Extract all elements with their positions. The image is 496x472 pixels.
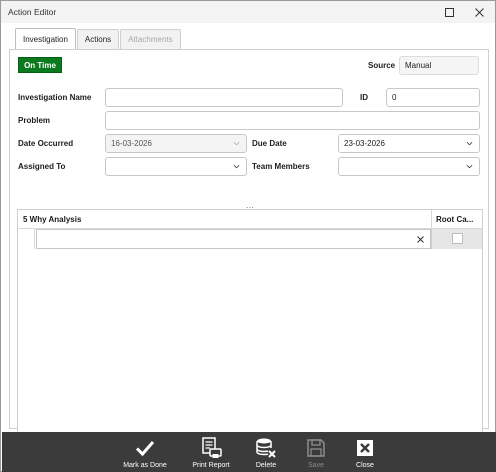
window-title: Action Editor — [8, 7, 57, 17]
close-icon — [474, 7, 484, 17]
id-label: ID — [360, 93, 368, 102]
tab-strip: Investigation Actions Attachments — [15, 28, 182, 49]
close-button[interactable]: Close — [350, 432, 380, 472]
problem-label: Problem — [18, 116, 51, 125]
id-field[interactable]: 0 — [386, 88, 480, 107]
tab-attachments: Attachments — [120, 29, 181, 49]
investigation-name-label: Investigation Name — [18, 93, 92, 102]
date-occurred-value: 16-03-2026 — [111, 139, 152, 148]
maximize-button[interactable] — [441, 4, 457, 20]
analysis-cell-input[interactable] — [36, 229, 431, 249]
mark-as-done-button[interactable]: Mark as Done — [120, 432, 170, 472]
print-report-label: Print Report — [192, 462, 230, 469]
row-indicator — [18, 229, 35, 249]
source-label: Source — [368, 61, 396, 70]
due-date-value: 23-03-2026 — [344, 139, 385, 148]
clear-icon[interactable] — [417, 236, 424, 243]
date-occurred-picker[interactable]: 16-03-2026 — [105, 134, 247, 153]
chevron-down-icon — [233, 164, 240, 169]
date-occurred-label: Date Occurred — [18, 139, 74, 148]
delete-button[interactable]: Delete — [251, 432, 281, 472]
status-badge: On Time — [18, 57, 62, 73]
tab-investigation[interactable]: Investigation — [15, 28, 76, 49]
investigation-panel: On Time Source Manual Investigation Name… — [9, 49, 489, 442]
column-divider — [431, 210, 432, 229]
mark-as-done-label: Mark as Done — [123, 462, 167, 469]
delete-database-icon — [256, 438, 276, 458]
five-why-grid: 5 Why Analysis Root Ca... — [17, 209, 483, 442]
chevron-down-icon — [233, 141, 240, 146]
column-header-5-why[interactable]: 5 Why Analysis — [23, 210, 81, 229]
source-field: Manual — [399, 56, 479, 75]
print-report-icon — [202, 437, 222, 458]
print-report-button[interactable]: Print Report — [186, 432, 236, 472]
editor-content: Investigation Actions Attachments On Tim… — [9, 28, 489, 442]
tab-actions[interactable]: Actions — [76, 29, 120, 49]
save-icon — [307, 439, 325, 457]
due-date-label: Due Date — [252, 139, 287, 148]
bottom-toolbar: Mark as Done Print Report Delete Save Cl… — [2, 432, 496, 472]
close-label: Close — [356, 462, 374, 469]
chevron-down-icon — [466, 141, 473, 146]
root-cause-checkbox[interactable] — [452, 233, 463, 244]
delete-label: Delete — [255, 462, 277, 469]
problem-input[interactable] — [105, 111, 480, 130]
grid-header: 5 Why Analysis Root Ca... — [18, 210, 482, 229]
root-cause-cell — [431, 229, 482, 249]
save-button: Save — [301, 432, 331, 472]
close-window-button[interactable] — [471, 4, 487, 20]
title-bar: Action Editor — [1, 1, 495, 23]
assigned-to-dropdown[interactable] — [105, 157, 247, 176]
team-members-dropdown[interactable] — [338, 157, 480, 176]
maximize-icon — [444, 7, 454, 17]
close-box-icon — [357, 440, 373, 456]
table-row — [18, 229, 482, 249]
due-date-picker[interactable]: 23-03-2026 — [338, 134, 480, 153]
checkmark-icon — [135, 441, 155, 457]
assigned-to-label: Assigned To — [18, 162, 66, 171]
save-label: Save — [308, 462, 324, 469]
investigation-name-input[interactable] — [105, 88, 343, 107]
team-members-label: Team Members — [252, 162, 310, 171]
column-header-root-cause[interactable]: Root Ca... — [436, 210, 473, 229]
chevron-down-icon — [466, 164, 473, 169]
action-editor-window: Action Editor Investigation Actions Atta… — [0, 0, 496, 472]
